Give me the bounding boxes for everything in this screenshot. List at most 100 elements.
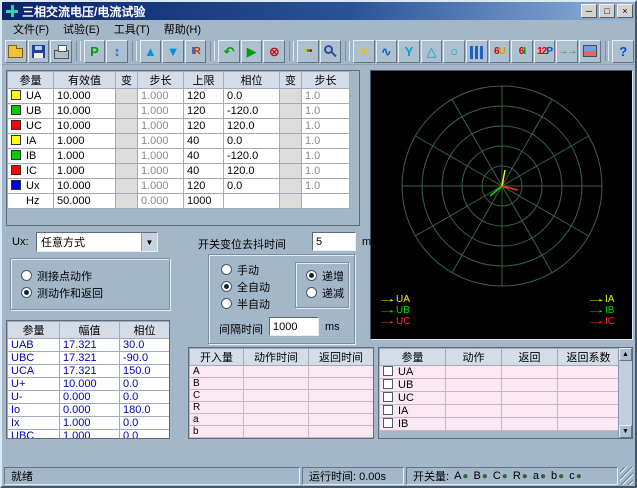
phase-step-cell[interactable]: 1.0 [302, 134, 350, 149]
step-cell[interactable]: 1.000 [138, 104, 184, 119]
vary-rms-cell[interactable] [116, 179, 138, 194]
phase-step-cell[interactable]: 1.0 [302, 179, 350, 194]
vary-phase-cell[interactable] [280, 89, 302, 104]
scroll-up-icon[interactable]: ▲ [619, 348, 632, 361]
step-cell[interactable]: 1.000 [138, 164, 184, 179]
step-cell[interactable]: 1.000 [138, 134, 184, 149]
vary-rms-cell[interactable] [116, 149, 138, 164]
sun-icon[interactable]: ☀ [353, 40, 375, 63]
step-cell[interactable]: 1.000 [138, 89, 184, 104]
row-checkbox[interactable] [383, 392, 393, 402]
vary-phase-cell[interactable] [280, 104, 302, 119]
vary-rms-cell[interactable] [116, 104, 138, 119]
vector-y-icon[interactable]: Y [398, 40, 420, 63]
resize-grip[interactable] [620, 467, 633, 485]
rms-cell[interactable]: 1.000 [54, 164, 116, 179]
direction-option-0[interactable]: 递增 [296, 267, 348, 284]
six-i-icon[interactable]: 6I [511, 40, 533, 63]
minimize-button[interactable]: ─ [581, 4, 597, 18]
limit-cell[interactable]: 120 [184, 179, 224, 194]
phase-cell[interactable]: 0.0 [224, 89, 280, 104]
phase-cell[interactable]: 120.0 [224, 119, 280, 134]
stop-test-icon[interactable]: ⊗ [263, 40, 285, 63]
adjust-updown-icon[interactable]: ↕ [106, 40, 128, 63]
reset-icon[interactable]: ↶ [218, 40, 240, 63]
vary-rms-cell[interactable] [116, 134, 138, 149]
auto-option-2[interactable]: 半自动 [211, 295, 270, 312]
mode-option-0[interactable]: 测接点动作 [11, 267, 169, 284]
limit-cell[interactable]: 40 [184, 134, 224, 149]
phase-step-cell[interactable]: 1.0 [302, 149, 350, 164]
phase-cell[interactable] [224, 194, 280, 209]
direction-option-1[interactable]: 递减 [296, 284, 348, 301]
menu-item-1[interactable]: 试验(E) [56, 20, 107, 38]
vary-phase-cell[interactable] [280, 119, 302, 134]
rms-cell[interactable]: 50.000 [54, 194, 116, 209]
scroll-down-icon[interactable]: ▼ [619, 425, 632, 438]
ux-mode-select[interactable]: 任意方式 ▼ [36, 232, 158, 252]
sequence-icon[interactable]: →→ [556, 40, 578, 63]
phase-step-cell[interactable]: 1.0 [302, 119, 350, 134]
restore-button[interactable]: □ [599, 4, 615, 18]
circle-icon[interactable]: ○ [443, 40, 465, 63]
start-test-icon[interactable]: ▶ [241, 40, 263, 63]
row-checkbox[interactable] [383, 418, 393, 428]
six-u-icon[interactable]: 6U [489, 40, 511, 63]
limit-cell[interactable]: 120 [184, 89, 224, 104]
twelve-p-icon[interactable]: 12P [534, 40, 556, 63]
lower-value-icon[interactable]: ▼ [162, 40, 184, 63]
phase-step-cell[interactable]: 1.0 [302, 164, 350, 179]
zoom-icon[interactable] [320, 40, 342, 63]
bar-chart-icon[interactable] [466, 40, 488, 63]
rms-cell[interactable]: 10.000 [54, 119, 116, 134]
vary-rms-cell[interactable] [116, 119, 138, 134]
rms-cell[interactable]: 10.000 [54, 179, 116, 194]
phase-cell[interactable]: 0.0 [224, 179, 280, 194]
step-cell[interactable]: 1.000 [138, 149, 184, 164]
limit-cell[interactable]: 120 [184, 119, 224, 134]
help-icon[interactable]: ? [612, 40, 634, 63]
step-cell[interactable]: 1.000 [138, 179, 184, 194]
save-icon[interactable] [28, 40, 50, 63]
vary-phase-cell[interactable] [280, 134, 302, 149]
close-button[interactable]: × [617, 4, 633, 18]
interval-input[interactable] [269, 317, 319, 336]
rms-cell[interactable]: 1.000 [54, 134, 116, 149]
phase-cell[interactable]: 120.0 [224, 164, 280, 179]
limit-cell[interactable]: 120 [184, 104, 224, 119]
debounce-input[interactable] [312, 232, 356, 251]
limit-cell[interactable]: 1000 [184, 194, 224, 209]
menu-item-2[interactable]: 工具(T) [107, 20, 157, 38]
row-checkbox[interactable] [383, 366, 393, 376]
rms-cell[interactable]: 10.000 [54, 104, 116, 119]
phase-cell[interactable]: -120.0 [224, 104, 280, 119]
menu-item-0[interactable]: 文件(F) [6, 20, 56, 38]
step-cell[interactable]: 1.000 [138, 119, 184, 134]
rms-cell[interactable]: 1.000 [54, 149, 116, 164]
phase-step-cell[interactable] [302, 194, 350, 209]
rms-cell[interactable]: 10.000 [54, 89, 116, 104]
row-checkbox[interactable] [383, 379, 393, 389]
phasor-dots-icon[interactable]: ••• [297, 40, 319, 63]
data-grid-icon[interactable] [579, 40, 601, 63]
dropdown-arrow-icon[interactable]: ▼ [141, 233, 157, 251]
limit-cell[interactable]: 40 [184, 149, 224, 164]
output-p-icon[interactable]: P [84, 40, 106, 63]
mode-option-1[interactable]: 测动作和返回 [11, 284, 169, 301]
row-checkbox[interactable] [383, 405, 393, 415]
auto-option-0[interactable]: 手动 [211, 261, 270, 278]
vary-phase-cell[interactable] [280, 149, 302, 164]
phase-step-cell[interactable]: 1.0 [302, 89, 350, 104]
menu-item-3[interactable]: 帮助(H) [157, 20, 208, 38]
vary-rms-cell[interactable] [116, 194, 138, 209]
phase-cell[interactable]: 0.0 [224, 134, 280, 149]
limit-cell[interactable]: 40 [184, 164, 224, 179]
print-icon[interactable] [50, 40, 72, 63]
vary-phase-cell[interactable] [280, 179, 302, 194]
phase-cell[interactable]: -120.0 [224, 149, 280, 164]
vary-rms-cell[interactable] [116, 89, 138, 104]
triangle-icon[interactable]: △ [421, 40, 443, 63]
action-table-scrollbar[interactable]: ▲ ▼ [618, 348, 632, 438]
vary-phase-cell[interactable] [280, 164, 302, 179]
vary-phase-cell[interactable] [280, 194, 302, 209]
